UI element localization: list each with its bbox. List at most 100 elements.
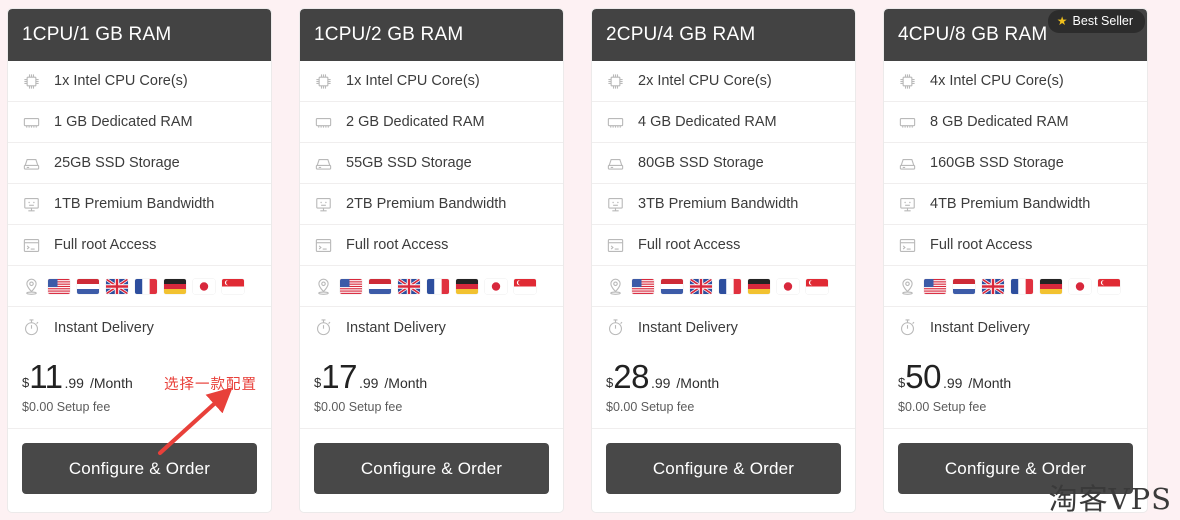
terminal-icon (314, 236, 333, 255)
terminal-icon (22, 236, 41, 255)
feature-root-access: Full root Access (8, 225, 271, 266)
feature-ram: 2 GB Dedicated RAM (300, 102, 563, 143)
price-cents: .99 (942, 375, 963, 391)
feature-list: 1x Intel CPU Core(s) 2 GB Dedicated RAM 55… (300, 61, 563, 348)
price-amount: 50 (905, 358, 941, 395)
bandwidth-icon (314, 195, 333, 214)
cpu-icon (314, 72, 333, 91)
feature-storage: 55GB SSD Storage (300, 143, 563, 184)
feature-bandwidth-label: 2TB Premium Bandwidth (346, 196, 507, 212)
feature-storage: 80GB SSD Storage (592, 143, 855, 184)
flag-germany-icon[interactable] (748, 278, 770, 294)
pricing-card: 4CPU/8 GB RAM 4x Intel CPU Core(s) 8 GB De… (883, 8, 1148, 514)
stopwatch-icon (22, 318, 41, 337)
flag-france-icon[interactable] (427, 278, 449, 294)
plan-title: 4CPU/8 GB RAM (898, 24, 1048, 45)
feature-bandwidth: 1TB Premium Bandwidth (8, 184, 271, 225)
feature-locations (300, 266, 563, 307)
ram-icon (22, 113, 41, 132)
feature-cpu-label: 2x Intel CPU Core(s) (638, 73, 772, 89)
flag-netherlands-icon[interactable] (953, 278, 975, 294)
flag-united-states-icon[interactable] (924, 278, 946, 294)
price-line: $28.99/Month (606, 358, 841, 395)
flag-singapore-icon[interactable] (1098, 278, 1120, 294)
feature-storage: 160GB SSD Storage (884, 143, 1147, 184)
pricing-plan-list: 1CPU/1 GB RAM 1x Intel CPU Core(s) 1 GB De… (0, 0, 1180, 514)
price-amount: 17 (321, 358, 357, 395)
flag-singapore-icon[interactable] (806, 278, 828, 294)
price-amount: 28 (613, 358, 649, 395)
stopwatch-icon (606, 318, 625, 337)
configure-and-order-button[interactable]: Configure & Order (22, 443, 257, 495)
flag-netherlands-icon[interactable] (77, 278, 99, 294)
setup-fee: $0.00 Setup fee (22, 400, 111, 415)
flag-singapore-icon[interactable] (222, 278, 244, 294)
price-period: /Month (676, 375, 720, 391)
flag-united-kingdom-icon[interactable] (982, 278, 1004, 294)
flag-japan-icon[interactable] (485, 278, 507, 294)
feature-root-access: Full root Access (592, 225, 855, 266)
feature-cpu-label: 1x Intel CPU Core(s) (54, 73, 188, 89)
feature-list: 2x Intel CPU Core(s) 4 GB Dedicated RAM 80… (592, 61, 855, 348)
flag-singapore-icon[interactable] (514, 278, 536, 294)
cpu-icon (898, 72, 917, 91)
configure-and-order-button[interactable]: Configure & Order (606, 443, 841, 495)
feature-storage: 25GB SSD Storage (8, 143, 271, 184)
price-block: $17.99/Month $0.00 Setup fee (300, 348, 563, 430)
flag-united-kingdom-icon[interactable] (106, 278, 128, 294)
configure-and-order-button[interactable]: Configure & Order (314, 443, 549, 495)
feature-instant-delivery-label: Instant Delivery (638, 319, 738, 336)
location-icon (898, 277, 917, 296)
order-button-wrap: Configure & Order (300, 429, 563, 512)
feature-root-access-label: Full root Access (346, 237, 449, 253)
flag-japan-icon[interactable] (1069, 278, 1091, 294)
feature-locations (592, 266, 855, 307)
flag-france-icon[interactable] (1011, 278, 1033, 294)
price-cents: .99 (650, 375, 671, 391)
feature-instant-delivery-label: Instant Delivery (930, 319, 1030, 336)
flag-germany-icon[interactable] (164, 278, 186, 294)
feature-root-access-label: Full root Access (54, 237, 157, 253)
feature-root-access-label: Full root Access (638, 237, 741, 253)
bandwidth-icon (606, 195, 625, 214)
feature-instant-delivery-label: Instant Delivery (346, 319, 446, 336)
feature-instant-delivery: Instant Delivery (8, 307, 271, 348)
flag-united-states-icon[interactable] (48, 278, 70, 294)
flag-united-kingdom-icon[interactable] (690, 278, 712, 294)
feature-storage-label: 160GB SSD Storage (930, 155, 1064, 171)
order-button-wrap: Configure & Order (8, 429, 271, 512)
flag-united-states-icon[interactable] (632, 278, 654, 294)
price-block: $50.99/Month $0.00 Setup fee (884, 348, 1147, 430)
feature-root-access: Full root Access (300, 225, 563, 266)
pricing-card: 2CPU/4 GB RAM 2x Intel CPU Core(s) 4 GB De… (591, 8, 856, 514)
flag-united-states-icon[interactable] (340, 278, 362, 294)
feature-cpu: 4x Intel CPU Core(s) (884, 61, 1147, 102)
flag-netherlands-icon[interactable] (369, 278, 391, 294)
flag-japan-icon[interactable] (193, 278, 215, 294)
flag-germany-icon[interactable] (456, 278, 478, 294)
plan-title: 1CPU/1 GB RAM (22, 24, 172, 45)
plan-header: 1CPU/2 GB RAM (300, 9, 563, 61)
flag-germany-icon[interactable] (1040, 278, 1062, 294)
plan-header: 2CPU/4 GB RAM (592, 9, 855, 61)
flag-japan-icon[interactable] (777, 278, 799, 294)
location-icon (22, 277, 41, 296)
setup-fee: $0.00 Setup fee (606, 400, 695, 415)
setup-fee: $0.00 Setup fee (898, 400, 987, 415)
best-seller-badge: ★ Best Seller (1047, 10, 1145, 33)
storage-icon (898, 154, 917, 173)
feature-ram-label: 4 GB Dedicated RAM (638, 114, 777, 130)
bandwidth-icon (898, 195, 917, 214)
terminal-icon (898, 236, 917, 255)
feature-instant-delivery-label: Instant Delivery (54, 319, 154, 336)
flag-netherlands-icon[interactable] (661, 278, 683, 294)
feature-root-access-label: Full root Access (930, 237, 1033, 253)
flag-france-icon[interactable] (719, 278, 741, 294)
flag-france-icon[interactable] (135, 278, 157, 294)
feature-cpu: 1x Intel CPU Core(s) (300, 61, 563, 102)
ram-icon (606, 113, 625, 132)
currency-symbol: $ (606, 375, 614, 391)
flag-united-kingdom-icon[interactable] (398, 278, 420, 294)
currency-symbol: $ (898, 375, 906, 391)
price-block: $28.99/Month $0.00 Setup fee (592, 348, 855, 430)
